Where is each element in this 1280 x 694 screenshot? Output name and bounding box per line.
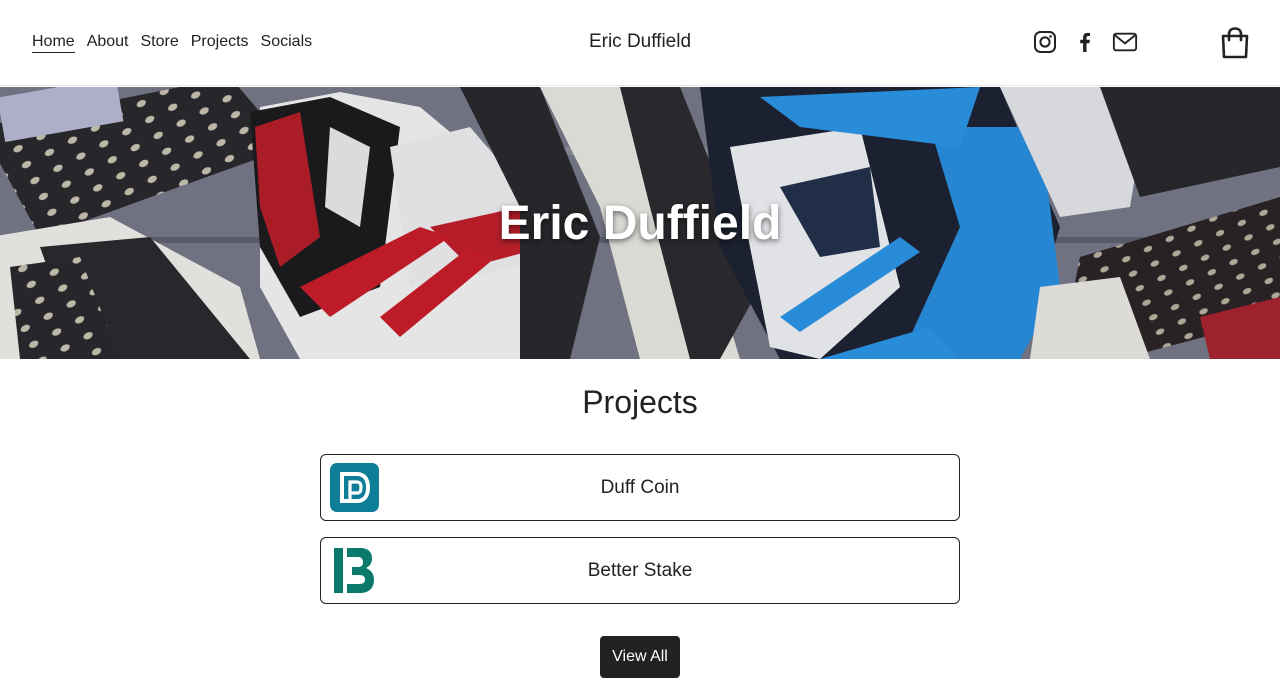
facebook-icon[interactable] <box>1072 29 1098 55</box>
main-nav: Home About Store Projects Socials <box>32 32 312 53</box>
project-name: Duff Coin <box>600 477 680 498</box>
site-header: Home About Store Projects Socials Eric D… <box>0 0 1280 86</box>
social-links <box>1032 29 1138 55</box>
nav-about-link[interactable]: About <box>87 32 129 53</box>
view-all-button[interactable]: View All <box>600 636 680 678</box>
site-title[interactable]: Eric Duffield <box>589 31 691 52</box>
shopping-bag-icon[interactable] <box>1219 26 1251 60</box>
projects-heading: Projects <box>582 384 698 420</box>
project-card-better-stake[interactable]: Better Stake <box>320 537 960 604</box>
project-card-duff-coin[interactable]: Duff Coin <box>320 454 960 521</box>
nav-store-link[interactable]: Store <box>141 32 179 53</box>
nav-socials-link[interactable]: Socials <box>261 32 313 53</box>
hero-title: Eric Duffield <box>498 197 782 250</box>
mail-icon[interactable] <box>1112 29 1138 55</box>
instagram-icon[interactable] <box>1032 29 1058 55</box>
project-name: Better Stake <box>587 560 693 581</box>
nav-projects-link[interactable]: Projects <box>191 32 249 53</box>
hero-banner: Eric Duffield <box>0 87 1280 359</box>
nav-home-link[interactable]: Home <box>32 32 75 53</box>
